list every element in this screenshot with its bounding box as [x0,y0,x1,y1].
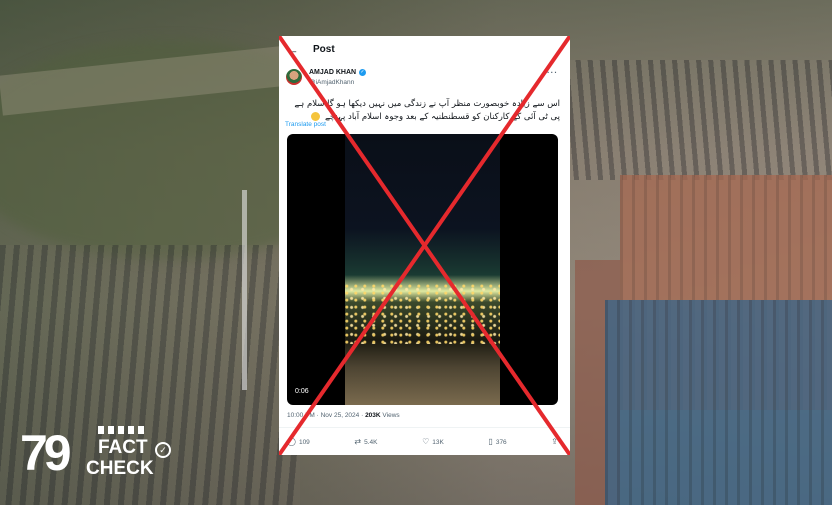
divider [279,427,570,428]
verified-icon: ✓ [359,69,366,76]
logo-crown [98,426,146,434]
author-handle[interactable]: @iAmjadKhann [309,79,354,86]
video-player[interactable]: 0:06 [287,134,558,405]
views-label: Views [382,412,400,419]
shipping-container [605,300,832,505]
post-header: ← Post [279,36,570,64]
header-title: Post [313,44,335,55]
logo-number: 79 [20,425,72,481]
bookmark-icon: ▯ [488,437,493,446]
translate-post-link[interactable]: Translate post [285,121,326,128]
action-bar: ◯ 109 ⇄ 5.4K ♡ 13K ▯ 376 ⇪ [287,435,558,449]
avatar[interactable] [286,69,302,85]
heart-icon: ♡ [422,437,430,446]
bookmark-button[interactable]: ▯ 376 [488,435,506,449]
tweet-card: ← Post AMJAD KHAN ✓ @iAmjadKhann ··· اس … [279,36,570,455]
share-button[interactable]: ⇪ [551,435,558,449]
like-count: 13K [432,438,444,446]
post-date: Nov 25, 2024 [320,412,360,419]
share-icon: ⇪ [551,437,558,446]
city-lights [345,284,500,344]
views-count: 203K [365,412,381,419]
post-meta: 10:00 PM · Nov 25, 2024 · 203K Views [287,412,400,419]
video-frame [345,134,500,405]
repost-button[interactable]: ⇄ 5.4K [354,435,377,449]
more-horizontal-icon[interactable]: ··· [547,68,558,77]
reply-button[interactable]: ◯ 109 [287,435,310,449]
arrow-left-icon[interactable]: ← [286,43,299,57]
reply-icon: ◯ [287,437,296,446]
logo-line2: CHECK [86,458,154,479]
post-text-body: اس سے زیادہ خوبصورت منظر آپ نے زندگی میں… [294,99,560,122]
like-button[interactable]: ♡ 13K [422,435,444,449]
post-text: اس سے زیادہ خوبصورت منظر آپ نے زندگی میں… [285,98,560,124]
smile-emoji-icon [311,112,321,121]
bookmark-count: 376 [495,438,507,446]
fact-check-logo: 79 FACT CHECK ✓ [20,425,171,488]
post-time: 10:00 PM [287,412,315,419]
reply-count: 109 [298,438,310,446]
light-pole [242,190,247,390]
background-crowd-right [562,60,832,180]
video-duration: 0:06 [295,388,309,395]
repost-count: 5.4K [364,438,378,446]
repost-icon: ⇄ [354,437,362,446]
logo-line1: FACT [98,437,148,458]
check-icon: ✓ [155,442,171,458]
author-name[interactable]: AMJAD KHAN [309,69,356,76]
